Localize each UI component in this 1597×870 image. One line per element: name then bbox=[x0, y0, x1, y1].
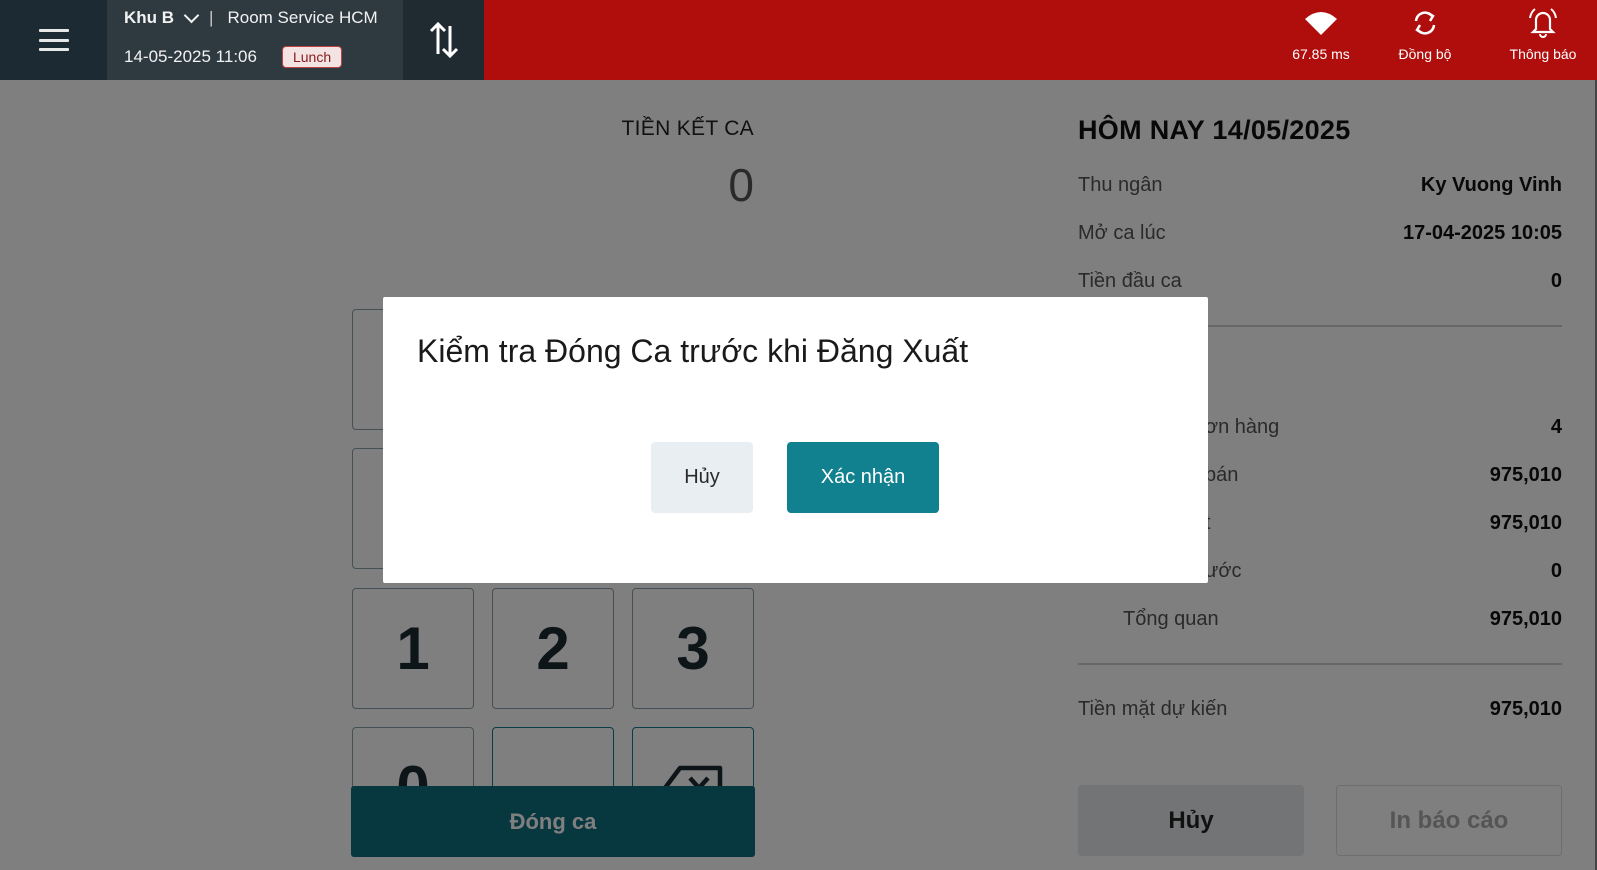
notification-label: Thông báo bbox=[1509, 46, 1577, 62]
current-datetime: 14-05-2025 11:06 bbox=[124, 47, 257, 66]
dialog-confirm-button[interactable]: Xác nhận bbox=[787, 442, 939, 513]
chevron-down-icon bbox=[183, 7, 200, 24]
network-status[interactable]: 67.85 ms bbox=[1282, 0, 1360, 80]
menu-button[interactable] bbox=[0, 0, 107, 80]
top-bar: Khu B | Room Service HCM 14-05-2025 11:0… bbox=[0, 0, 1597, 80]
dialog-title: Kiểm tra Đóng Ca trước khi Đăng Xuất bbox=[417, 333, 969, 369]
wifi-icon bbox=[1305, 12, 1337, 35]
area-name: Khu B bbox=[124, 8, 175, 27]
hamburger-icon bbox=[38, 29, 69, 51]
dialog-cancel-button[interactable]: Hủy bbox=[651, 442, 753, 513]
logout-confirm-dialog: Kiểm tra Đóng Ca trước khi Đăng Xuất Hủy… bbox=[383, 297, 1208, 583]
sync-label: Đồng bộ bbox=[1398, 46, 1452, 62]
meal-badge: Lunch bbox=[281, 46, 343, 68]
bell-icon bbox=[1529, 8, 1557, 38]
sync-button[interactable]: Đồng bộ bbox=[1390, 0, 1460, 80]
area-selector[interactable]: Khu B | Room Service HCM bbox=[124, 7, 378, 28]
notification-button[interactable]: Thông báo bbox=[1500, 0, 1586, 80]
sync-icon bbox=[1414, 11, 1436, 35]
latency-label: 67.85 ms bbox=[1292, 46, 1350, 62]
separator: | bbox=[209, 8, 214, 27]
store-name: Room Service HCM bbox=[227, 8, 378, 27]
store-info: Khu B | Room Service HCM 14-05-2025 11:0… bbox=[107, 0, 403, 80]
swap-arrows-icon bbox=[429, 21, 458, 59]
swap-button[interactable] bbox=[403, 0, 484, 80]
